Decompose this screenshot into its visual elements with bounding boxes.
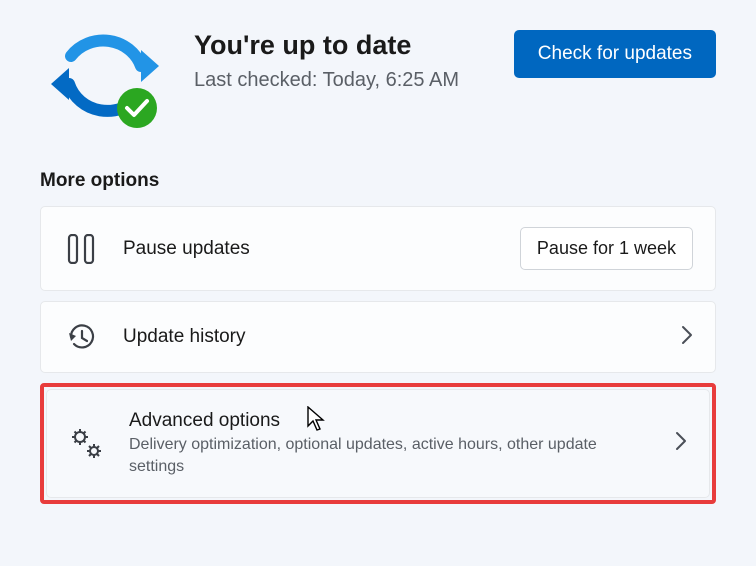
chevron-right-icon (675, 431, 687, 456)
update-history-label: Update history (123, 326, 657, 348)
update-status-header: You're up to date Last checked: Today, 6… (40, 30, 716, 130)
status-title: You're up to date (194, 30, 490, 61)
history-icon (63, 322, 99, 352)
more-options-heading: More options (40, 170, 716, 192)
pause-icon (63, 234, 99, 264)
pause-updates-row: Pause updates Pause for 1 week (40, 206, 716, 291)
status-last-checked: Last checked: Today, 6:25 AM (194, 67, 490, 94)
advanced-options-description: Delivery optimization, optional updates,… (129, 434, 651, 477)
sync-status-icon (40, 30, 170, 130)
update-history-row[interactable]: Update history (40, 301, 716, 373)
advanced-options-row[interactable]: Advanced options Delivery optimization, … (46, 389, 710, 498)
chevron-right-icon (681, 325, 693, 350)
gears-icon (69, 427, 105, 461)
advanced-options-highlight: Advanced options Delivery optimization, … (40, 383, 716, 504)
pause-updates-label: Pause updates (123, 238, 496, 260)
check-for-updates-button[interactable]: Check for updates (514, 30, 716, 78)
status-text-block: You're up to date Last checked: Today, 6… (194, 30, 490, 94)
advanced-options-label: Advanced options (129, 410, 651, 432)
pause-for-1-week-button[interactable]: Pause for 1 week (520, 227, 693, 270)
